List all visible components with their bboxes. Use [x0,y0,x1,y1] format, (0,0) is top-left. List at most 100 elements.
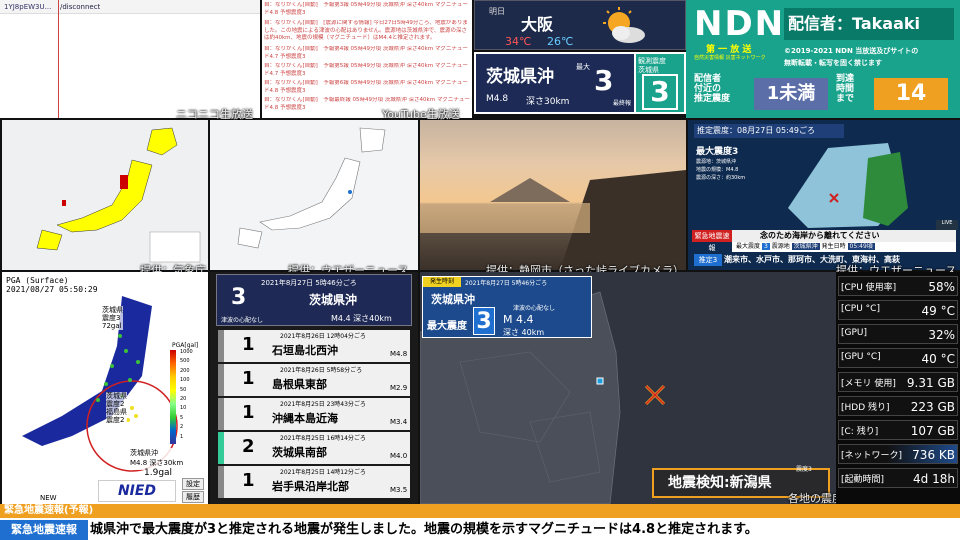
list-item[interactable]: 2021年8月25日 23時43分ごろ 1 沖縄本島近海 M3.4 [218,398,410,430]
weather-city: 大阪 [521,15,554,34]
list-item[interactable]: 2021年8月26日 12時04分ごろ 1 石垣島北西沖 M4.8 [218,330,410,362]
live-camera-view [420,170,686,270]
settings-button[interactable]: 設定 [182,478,204,490]
sys-value: 32% [928,328,955,342]
tv-detail-value: 05:49頃 [847,243,875,250]
epi-time-label: 発生時刻 [423,277,461,287]
sys-row: [C: 残り] 107 GB [838,420,958,440]
sys-label: [起動時間] [841,475,885,485]
sys-label: [CPU 使用率] [841,283,897,293]
tv-warning-badge: 緊急地震速報 [692,230,732,252]
pga-date: 2021/08/27 05:50:29 [6,285,98,294]
tv-max-label: 最大震度3 [696,147,739,157]
pga-scale-values: 1000 500 200 100 50 20 10 5 2 1 [180,348,193,442]
pga-scale-value: 50 [180,386,187,393]
quake-intensity: 2 [242,436,255,457]
sys-value: 4d 18h [913,472,955,486]
ticker-text: 城県沖で最大震度が3と推定される地震が発生しました。地震の規模を示すマグニチュー… [90,522,758,537]
latest-quake-region: 茨城県沖 [309,293,358,307]
quake-mag: M4.8 [390,350,408,358]
pga-label: 震度3 [102,314,121,322]
pga-scale-value: 100 [180,377,190,384]
pga-scale-value: 500 [180,358,190,365]
copyright-2: 無断転載・転写を固く禁じます [784,59,882,67]
ndn-logo: NDN [694,4,786,44]
divider [58,0,59,118]
auto-message-list: 自：なりかくん[自動] 予報第3報 05時49分頃 茨城県沖 深さ40km マグ… [262,0,472,118]
estimated-intensity: 1未満 [754,78,828,110]
sys-value: 9.31 GB [906,376,955,390]
quake-intensity: 1 [242,470,255,491]
quake-final-label: 最終報 [613,100,632,107]
arrival-label-line: まで [836,94,855,104]
live-badge: LIVE [936,220,958,230]
broadcaster-label: 配信者：Takaaki [784,8,954,40]
tv-detail-label: 震源地 [771,243,790,250]
weathernews-map-panel [210,120,418,270]
sys-value: 736 KB [912,448,955,462]
latest-quake-card[interactable]: 2021年8月27日 5時46分ごろ 3 茨城県沖 津波の心配なし M4.4 深… [216,274,412,326]
pga-quake-box: 茨城県沖 M4.8 深さ30km [130,448,188,470]
ticker-badge: 緊急地震速報 [0,520,88,540]
tv-map [788,143,908,228]
tv-details: 震源地：茨城県沖 地震の規模：M4.8 震源の深さ：約30km [696,158,745,182]
quake-date: 2021年8月26日 12時04分ごろ [280,333,366,340]
observed-intensity-box: 観測震度 茨城県 3 [636,54,684,112]
quake-main-box: 茨城県沖 最大 3 最終報 M4.8 深さ30km [476,54,634,112]
epi-time: 2021年8月27日 5時46分ごろ [465,280,548,287]
sys-value: 58% [928,280,955,294]
pga-title: PGA (Surface) [6,276,69,285]
disconnect-link[interactable]: /disconnect [60,0,100,14]
system-monitor-panel: [CPU 使用率] 58% [CPU °C] 49 °C [GPU] 32% [… [836,272,960,504]
list-item: 自：なりかくん[自動] [震源に関する情報] 今日27日5時49分ごろ、地震があ… [264,20,468,41]
list-item[interactable]: 2021年8月26日 5時58分ごろ 1 島根県東部 M2.9 [218,364,410,396]
arrival-seconds: 14 [874,78,948,110]
arrival-label: 到達 時間 まで [836,74,854,104]
tv-detail-line: 地震の規模：M4.8 [696,167,739,173]
sys-row: [起動時間] 4d 18h [838,468,958,488]
tv-detail-line: 震源地：茨城県沖 [696,159,737,165]
epi-max-intensity: 3 [473,307,495,335]
history-button[interactable]: 履歴 [182,491,204,503]
sys-row: [GPU] 32% [838,324,958,344]
sys-row: [CPU °C] 49 °C [838,300,958,320]
pga-quake-region: 茨城県沖 [130,449,158,457]
sys-row: [ネットワーク] 736 KB [838,444,958,464]
list-item[interactable]: 2021年8月25日 16時14分ごろ 2 茨城県南部 M4.0 [218,432,410,464]
pga-scale-value: 200 [180,367,190,374]
quake-magnitude: M4.8 [486,94,509,104]
list-item[interactable]: 2021年8月25日 14時12分ごろ 1 岩手県沿岸北部 M3.5 [218,466,410,498]
pga-scale-value: 20 [180,396,187,403]
quake-mag: M2.9 [390,384,408,392]
epi-depth: 深さ 40km [503,328,545,337]
quake-region: 石垣島北西沖 [272,344,338,357]
live-camera-panel [420,120,686,270]
sun-cloud-icon [603,7,645,43]
quake-summary-panel: 茨城県沖 最大 3 最終報 M4.8 深さ30km 観測震度 茨城県 3 [474,52,686,114]
sys-row: [HDD 残り] 223 GB [838,396,958,416]
pga-label: 福島県 [106,408,127,416]
sys-row: [GPU °C] 40 °C [838,348,958,368]
japan-map-weathernews [237,127,386,249]
weather-high: 34℃ [505,35,532,48]
pga-scale-bar [170,350,176,444]
sys-label: [GPU °C] [841,352,881,362]
latest-quake-intensity: 3 [231,285,247,310]
weather-day-label: 明日 [489,7,505,16]
arrival-label-line: 到達 [836,74,855,84]
tv-detail-line: 震源の深さ：約30km [696,175,746,181]
pga-scale-value: 5 [180,414,184,421]
latest-quake-mag: M4.4 深さ40km [331,314,392,323]
quake-mag: M3.4 [390,418,408,426]
list-item: 自：なりかくん[自動] 予報第3報 05時49分頃 茨城県沖 深さ40km マグ… [264,2,468,16]
sys-label: [GPU] [841,328,868,338]
session-id-link[interactable]: 1YJ8pEW3U... [4,3,51,11]
quake-region: 茨城県南部 [272,446,327,459]
estimated-label-line: 推定震度 [694,94,731,104]
channel-caption: 自然災害情報 災害ネットワーク [694,55,766,61]
pga-new-label: NEW [40,494,57,502]
quake-max-label: 最大 [576,63,590,71]
latest-quake-tsunami: 津波の心配なし [221,317,264,324]
pga-label: 震度2 [106,416,125,424]
quake-date: 2021年8月25日 14時12分ごろ [280,469,366,476]
